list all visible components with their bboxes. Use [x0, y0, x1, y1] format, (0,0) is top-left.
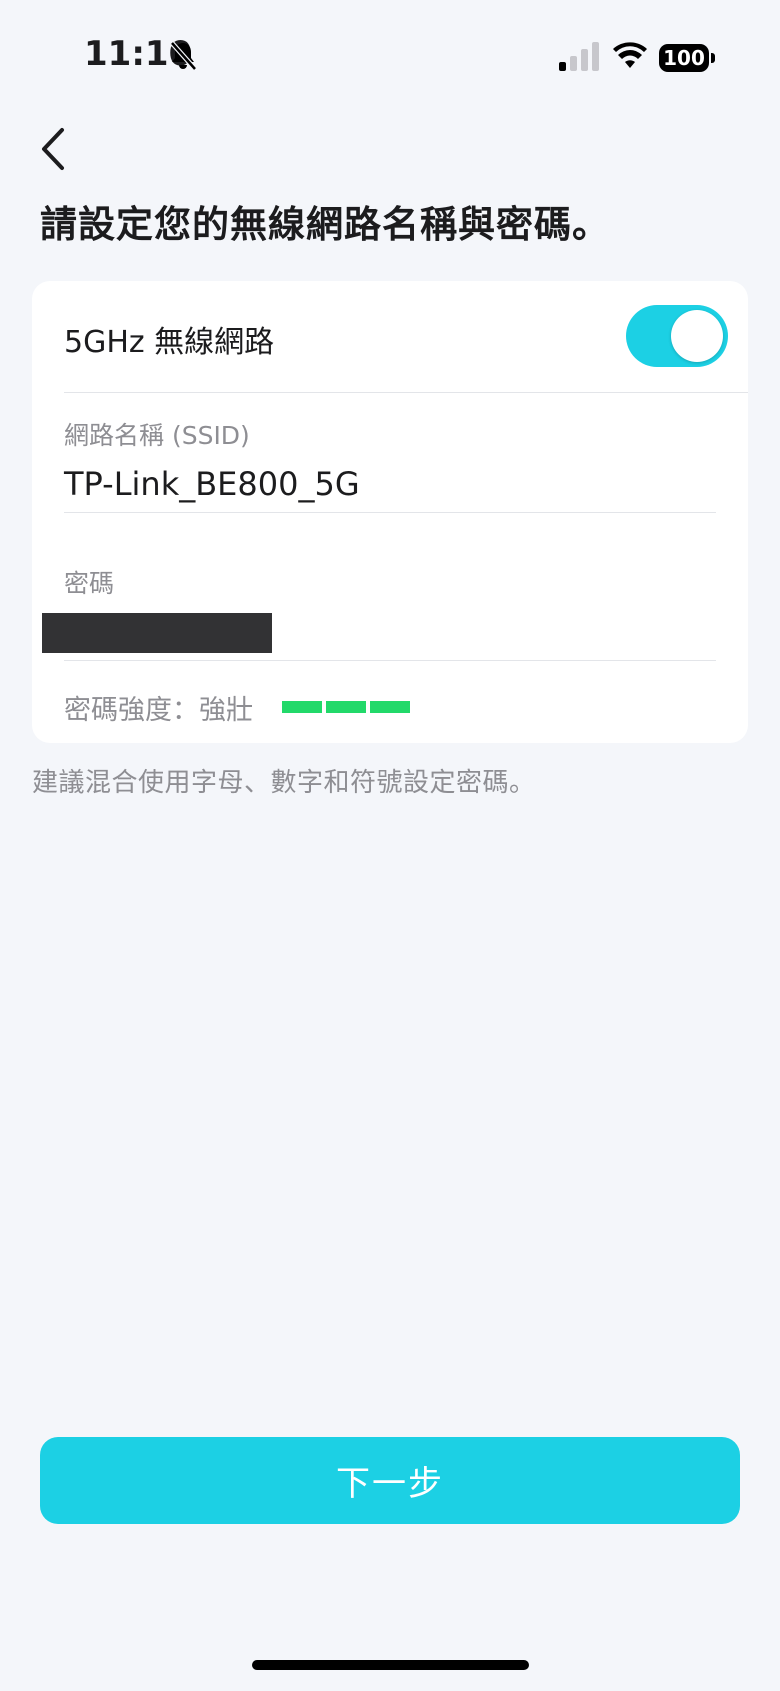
password-hint: 建議混合使用字母、數字和符號設定密碼。 — [32, 768, 536, 798]
strength-bar — [370, 701, 410, 713]
divider — [64, 392, 748, 393]
home-indicator — [252, 1660, 529, 1670]
battery-icon: 100 — [659, 44, 715, 72]
status-bar: 11:10 100 — [0, 0, 780, 100]
bell-slash-icon — [170, 41, 197, 71]
password-strength-meter — [282, 701, 410, 713]
next-button[interactable]: 下一步 — [40, 1437, 740, 1524]
password-label: 密碼 — [64, 569, 115, 598]
band-toggle[interactable] — [626, 305, 728, 367]
divider — [64, 512, 716, 513]
battery-level: 100 — [659, 44, 709, 72]
chevron-left-icon[interactable] — [36, 124, 76, 174]
ssid-label: 網路名稱 (SSID) — [64, 421, 250, 450]
divider — [64, 660, 716, 661]
strength-bar — [282, 701, 322, 713]
strength-bar — [326, 701, 366, 713]
band-label: 5GHz 無線網路 — [64, 325, 275, 360]
password-input[interactable] — [42, 613, 272, 653]
password-strength-label: 密碼強度：強壯 — [64, 695, 253, 726]
ssid-input[interactable]: TP-Link_BE800_5G — [64, 465, 664, 503]
toggle-knob — [671, 310, 723, 362]
cellular-signal-icon — [559, 42, 599, 71]
page-title: 請設定您的無線網路名稱與密碼。 — [40, 203, 610, 246]
wifi-icon — [613, 42, 647, 68]
wifi-settings-card: 5GHz 無線網路 網路名稱 (SSID) TP-Link_BE800_5G 密… — [32, 281, 748, 743]
